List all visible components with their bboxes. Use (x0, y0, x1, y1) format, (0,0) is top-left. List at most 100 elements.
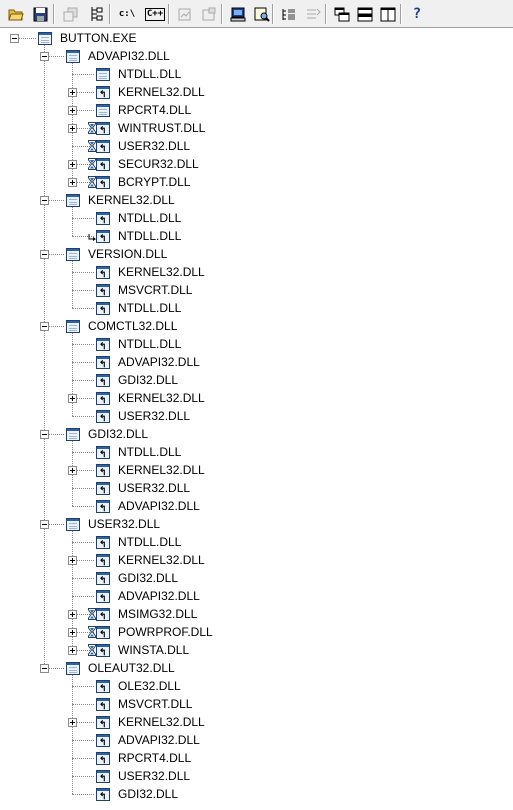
module-dependency-tree[interactable]: BUTTON.EXE ADVAPI32.DLL NTDLL.DLL ↰ KERNEL32… (0, 28, 513, 810)
tree-node-label[interactable]: GDI32.DLL (118, 786, 178, 802)
tree-node-label[interactable]: OLEAUT32.DLL (88, 660, 175, 676)
expand-all-button[interactable] (278, 4, 300, 24)
tree-node-label[interactable]: NTDLL.DLL (118, 444, 181, 460)
tree-node-label[interactable]: MSVCRT.DLL (118, 282, 192, 298)
open-button[interactable] (5, 4, 27, 24)
save-icon (33, 7, 48, 22)
tree-node-label[interactable]: NTDLL.DLL (118, 300, 181, 316)
tree-node-label[interactable]: GDI32.DLL (88, 426, 148, 442)
find-button[interactable] (251, 4, 273, 24)
tree-connector-line (72, 308, 94, 309)
duplicate-module-icon: ↰ (96, 788, 110, 801)
duplicate-module-icon: ↰ (96, 212, 110, 225)
delay-load-hourglass-icon (88, 644, 96, 656)
tree-node-label[interactable]: ADVAPI32.DLL (118, 354, 200, 370)
duplicate-arrow-icon: ↰ (99, 683, 107, 693)
tree-node-label[interactable]: MSVCRT.DLL (118, 696, 192, 712)
tree-node-label[interactable]: BUTTON.EXE (60, 30, 136, 46)
system-info-button[interactable] (227, 4, 249, 24)
duplicate-arrow-icon: ↰ (99, 161, 107, 171)
tree-node-label[interactable]: KERNEL32.DLL (118, 264, 205, 280)
duplicate-module-icon: ↰ (96, 140, 110, 153)
tree-node-label[interactable]: USER32.DLL (118, 408, 190, 424)
configure-search-paths-button[interactable] (86, 4, 108, 24)
full-paths-button[interactable]: c:\ (116, 4, 138, 24)
tree-node-label[interactable]: NTDLL.DLL (118, 228, 181, 244)
duplicate-module-icon: ↰ (96, 698, 110, 711)
toolbar-separator (168, 4, 170, 24)
module-icon (66, 248, 80, 261)
tree-node-label[interactable]: KERNEL32.DLL (118, 462, 205, 478)
collapse-icon (305, 7, 321, 22)
expand-icon[interactable] (68, 466, 77, 475)
tree-node-label[interactable]: WINTRUST.DLL (118, 120, 205, 136)
collapse-icon[interactable] (40, 520, 49, 529)
tree-node-label[interactable]: KERNEL32.DLL (118, 714, 205, 730)
tree-node-label[interactable]: KERNEL32.DLL (118, 552, 205, 568)
tree-node-label[interactable]: USER32.DLL (118, 138, 190, 154)
duplicate-module-icon: ↰ (96, 284, 110, 297)
collapse-icon[interactable] (10, 34, 19, 43)
tile-horizontally-button[interactable] (354, 4, 376, 24)
expand-icon[interactable] (68, 628, 77, 637)
cascade-windows-button[interactable] (331, 4, 353, 24)
tree-node-label[interactable]: KERNEL32.DLL (88, 192, 175, 208)
toolbar-separator (221, 4, 223, 24)
tree-node-label[interactable]: ADVAPI32.DLL (88, 48, 170, 64)
tile-vertically-button[interactable] (377, 4, 399, 24)
duplicate-arrow-icon: ↰ (99, 89, 107, 99)
tree-node-label[interactable]: SECUR32.DLL (118, 156, 199, 172)
duplicate-module-icon: ↰ (96, 572, 110, 585)
tree-node-label[interactable]: NTDLL.DLL (118, 336, 181, 352)
duplicate-module-icon: ↰ (96, 590, 110, 603)
duplicate-arrow-icon: ↰ (99, 269, 107, 279)
tree-node-label[interactable]: KERNEL32.DLL (118, 84, 205, 100)
collapse-icon[interactable] (40, 196, 49, 205)
collapse-icon[interactable] (40, 52, 49, 61)
expand-icon[interactable] (68, 160, 77, 169)
tree-node-label[interactable]: KERNEL32.DLL (118, 390, 205, 406)
duplicate-module-icon: ↰ (96, 734, 110, 747)
collapse-icon[interactable] (40, 430, 49, 439)
duplicate-module-icon: ↰ (96, 554, 110, 567)
collapse-icon[interactable] (40, 322, 49, 331)
tree-node-label[interactable]: NTDLL.DLL (118, 534, 181, 550)
expand-icon[interactable] (68, 178, 77, 187)
tree-node-label[interactable]: ADVAPI32.DLL (118, 498, 200, 514)
help-button[interactable]: ? (406, 4, 428, 24)
tree-node-label[interactable]: BCRYPT.DLL (118, 174, 190, 190)
tree-connector-line (72, 776, 94, 777)
tree-node-label[interactable]: NTDLL.DLL (118, 66, 181, 82)
expand-icon[interactable] (68, 610, 77, 619)
tree-node-label[interactable]: MSIMG32.DLL (118, 606, 197, 622)
expand-icon[interactable] (68, 646, 77, 655)
tree-node-label[interactable]: USER32.DLL (118, 768, 190, 784)
expand-icon[interactable] (68, 124, 77, 133)
tree-node-label[interactable]: WINSTA.DLL (118, 642, 189, 658)
tree-node-label[interactable]: VERSION.DLL (88, 246, 167, 262)
tree-node-label[interactable]: POWRPROF.DLL (118, 624, 213, 640)
expand-icon[interactable] (68, 88, 77, 97)
tree-node-label[interactable]: USER32.DLL (88, 516, 160, 532)
delay-load-hourglass-icon (88, 176, 96, 188)
tree-node-label[interactable]: USER32.DLL (118, 480, 190, 496)
expand-icon[interactable] (68, 106, 77, 115)
expand-icon[interactable] (68, 718, 77, 727)
tree-node-label[interactable]: RPCRT4.DLL (118, 750, 191, 766)
expand-icon[interactable] (68, 556, 77, 565)
collapse-icon[interactable] (40, 250, 49, 259)
tree-node-label[interactable]: ADVAPI32.DLL (118, 732, 200, 748)
tree-connector-line (72, 380, 94, 381)
tree-node-label[interactable]: ADVAPI32.DLL (118, 588, 200, 604)
tree-node-label[interactable]: COMCTL32.DLL (88, 318, 177, 334)
undecorate-cpp-button[interactable]: C++ (144, 4, 166, 24)
tree-node-label[interactable]: NTDLL.DLL (118, 210, 181, 226)
collapse-icon[interactable] (40, 664, 49, 673)
expand-icon[interactable] (68, 394, 77, 403)
tree-node-label[interactable]: OLE32.DLL (118, 678, 181, 694)
cascade-windows-icon (334, 7, 350, 22)
tree-node-label[interactable]: RPCRT4.DLL (118, 102, 191, 118)
save-button[interactable] (29, 4, 51, 24)
tree-node-label[interactable]: GDI32.DLL (118, 372, 178, 388)
tree-node-label[interactable]: GDI32.DLL (118, 570, 178, 586)
